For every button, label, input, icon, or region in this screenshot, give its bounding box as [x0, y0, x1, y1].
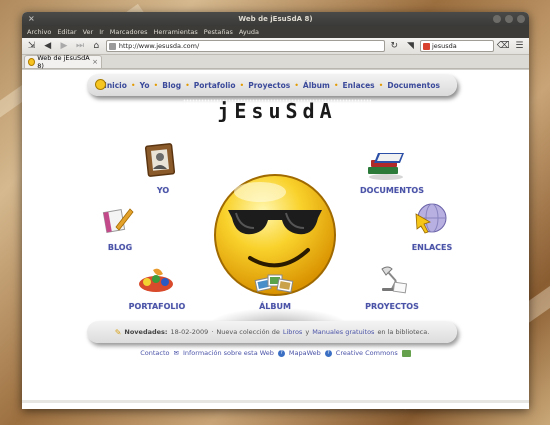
nav-yo[interactable]: Yo [140, 81, 150, 90]
footer-cc[interactable]: Creative Commons [336, 349, 398, 357]
news-text-before: Nueva colección de [216, 328, 280, 336]
tab-title: Web de jEsuSdA 8) [37, 54, 90, 70]
nav-proyectos[interactable]: Proyectos [248, 81, 290, 90]
section-label-enlaces[interactable]: ENLACES [407, 243, 457, 252]
section-label-blog[interactable]: BLOG [102, 243, 138, 252]
nav-separator: • [378, 80, 384, 90]
footer-links: Contacto ✉ Información sobre esta Web ? … [22, 348, 529, 358]
tab-close-icon[interactable]: × [92, 58, 98, 66]
menu-editar[interactable]: Editar [57, 28, 76, 36]
creative-commons-icon [401, 349, 411, 357]
menu-marcadores[interactable]: Marcadores [110, 28, 148, 36]
tab-bar: Web de jEsuSdA 8) × [22, 54, 529, 70]
reload-icon[interactable]: ↻ [388, 40, 401, 53]
page-bottom-bar [22, 400, 529, 403]
search-text[interactable]: jesusda [432, 42, 457, 50]
nav-documentos[interactable]: Documentos [387, 81, 440, 90]
nav-inicio[interactable]: Inicio [104, 81, 127, 90]
forward-arrow-icon[interactable]: ▶ [57, 40, 70, 53]
blog-notebook-icon[interactable] [102, 205, 134, 235]
nav-separator: • [294, 80, 299, 90]
smiley-sunglasses-icon [95, 79, 106, 90]
help-icon: ? [277, 349, 285, 357]
nav-separator: • [130, 80, 136, 90]
footer-contacto[interactable]: Contacto [140, 349, 169, 357]
footer-info[interactable]: Información sobre esta Web [183, 349, 274, 357]
section-label-album[interactable]: ÁLBUM [252, 302, 298, 311]
section-label-yo[interactable]: YO [148, 186, 178, 195]
section-label-proyectos[interactable]: PROYECTOS [360, 302, 424, 311]
history-icon[interactable]: ⏭ [74, 40, 87, 53]
bookmark-add-icon[interactable]: ⇲ [25, 40, 38, 53]
menubar: Archivo Editar Ver Ir Marcadores Herrami… [22, 26, 529, 38]
minimize-button[interactable] [493, 15, 501, 23]
navigation-toolbar: ⇲ ◀ ▶ ⏭ ⌂ http://www.jesusda.com/ ↻ ◥ je… [22, 38, 529, 55]
site-logo: jEsuSdA [183, 99, 371, 123]
help-icon: ? [324, 349, 332, 357]
window-title: Web de jEsuSdA 8) [238, 15, 313, 23]
photo-album-icon[interactable] [254, 271, 294, 295]
maximize-button[interactable] [505, 15, 513, 23]
browser-window: × Web de jEsuSdA 8) Archivo Editar Ver I… [22, 12, 529, 409]
news-link-libros[interactable]: Libros [283, 328, 302, 336]
nav-separator: • [239, 80, 245, 90]
news-panel: ✎ Novedades: 18-02-2009 · Nueva colecció… [87, 321, 457, 343]
back-arrow-icon[interactable]: ◀ [41, 40, 54, 53]
news-text-mid: y [305, 328, 310, 336]
news-date: 18-02-2009 [170, 328, 209, 336]
search-bar[interactable]: jesusda [419, 40, 494, 52]
nav-album[interactable]: Álbum [303, 81, 330, 90]
news-label: Novedades: [124, 328, 168, 336]
nav-separator: • [185, 80, 190, 90]
nav-separator: • [153, 80, 159, 90]
pencil-icon: ✎ [114, 327, 122, 337]
menu-ayuda[interactable]: Ayuda [239, 28, 259, 36]
site-nav: Inicio • Yo • Blog • Portafolio • Proyec… [87, 74, 457, 96]
tab-jesusda[interactable]: Web de jEsuSdA 8) × [24, 54, 102, 70]
news-separator: · [211, 328, 214, 336]
books-icon[interactable] [366, 149, 408, 181]
close-button[interactable] [517, 15, 525, 23]
site-identity-icon [108, 42, 116, 50]
menu-list-icon[interactable]: ☰ [513, 40, 526, 53]
menu-ver[interactable]: Ver [83, 28, 94, 36]
nav-portafolio[interactable]: Portafolio [194, 81, 236, 90]
section-label-portafolio[interactable]: PORTAFOLIO [125, 302, 189, 311]
nav-separator: • [333, 80, 339, 90]
globe-cursor-icon[interactable] [412, 202, 448, 238]
mail-icon: ✉ [173, 349, 179, 357]
url-bar[interactable]: http://www.jesusda.com/ [105, 40, 385, 52]
window-close-icon[interactable]: × [28, 14, 35, 23]
search-engine-icon[interactable] [422, 42, 430, 50]
menu-archivo[interactable]: Archivo [27, 28, 51, 36]
section-label-documentos[interactable]: DOCUMENTOS [352, 186, 432, 195]
smiley-favicon-icon [28, 58, 36, 66]
page-content: Inicio • Yo • Blog • Portafolio • Proyec… [22, 69, 529, 409]
menu-herramientas[interactable]: Herramientas [153, 28, 197, 36]
menu-ir[interactable]: Ir [99, 28, 104, 36]
home-icon[interactable]: ⌂ [90, 40, 103, 53]
window-titlebar: × Web de jEsuSdA 8) [22, 12, 529, 26]
nav-blog[interactable]: Blog [162, 81, 181, 90]
feed-icon[interactable]: ◥ [404, 40, 417, 53]
nav-enlaces[interactable]: Enlaces [343, 81, 375, 90]
footer-mapaweb[interactable]: MapaWeb [289, 349, 321, 357]
lamp-icon[interactable] [374, 263, 408, 295]
search-go-icon[interactable]: ⌫ [497, 40, 510, 53]
menu-pestanas[interactable]: Pestañas [204, 28, 233, 36]
paint-palette-icon[interactable] [137, 266, 175, 294]
news-link-manuales[interactable]: Manuales gratuitos [312, 328, 374, 336]
url-text[interactable]: http://www.jesusda.com/ [119, 42, 199, 50]
news-text-after: en la biblioteca. [377, 328, 430, 336]
portrait-frame-icon[interactable] [144, 143, 178, 179]
